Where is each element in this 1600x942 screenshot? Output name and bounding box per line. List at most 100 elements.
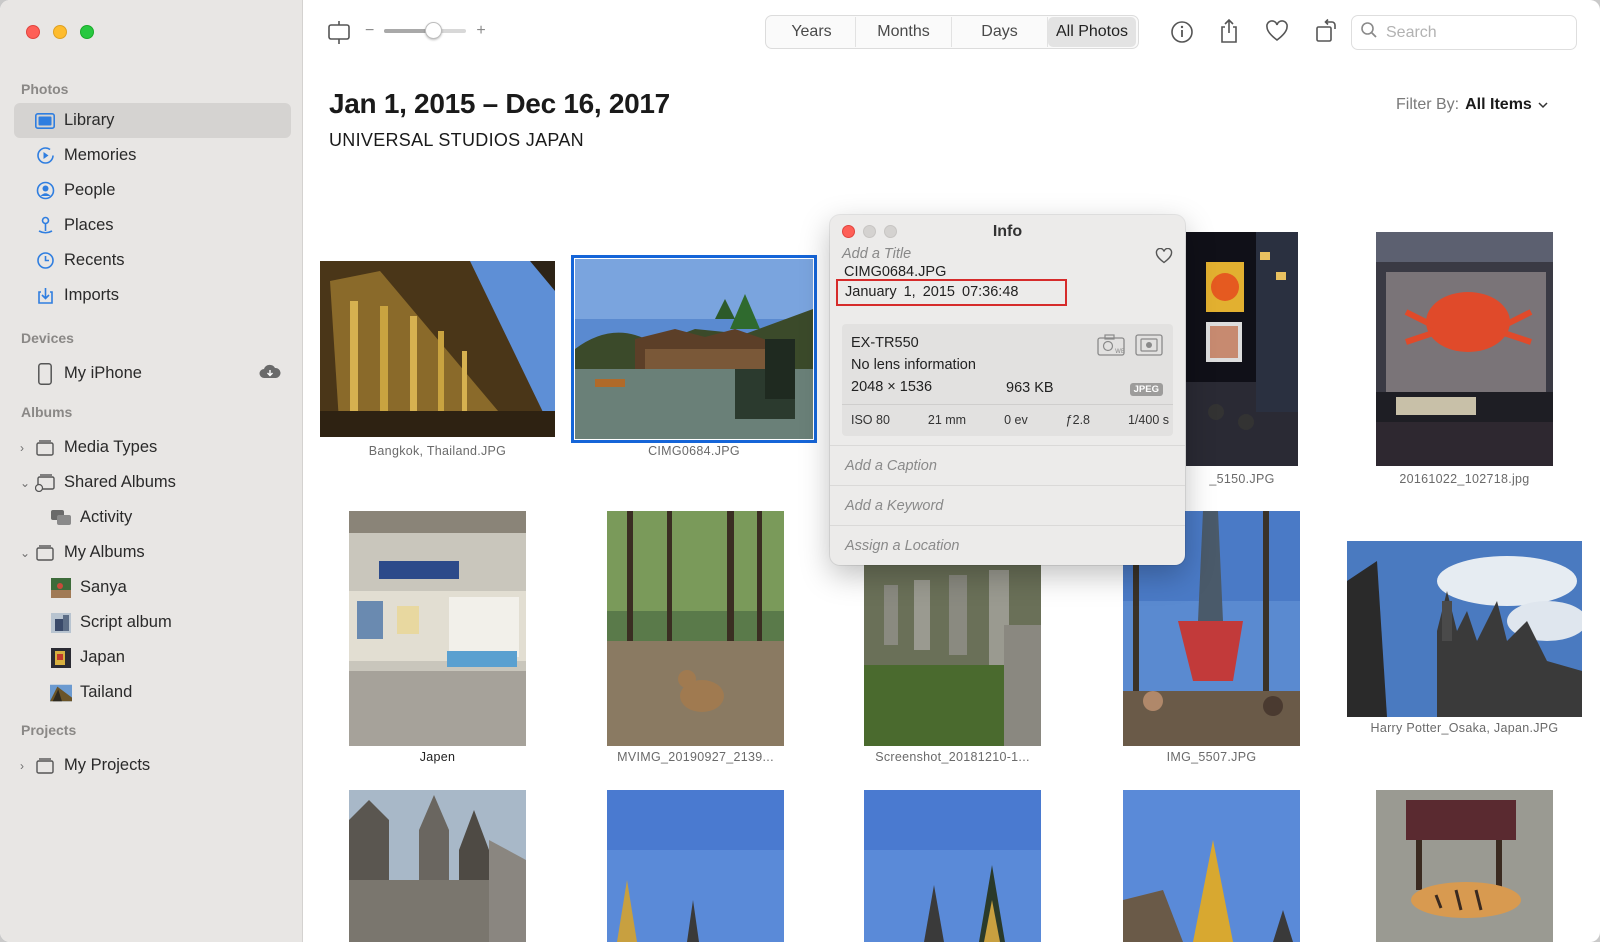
photo-caption: Screenshot_20181210-1... [875, 750, 1030, 764]
sidebar-item-tailand[interactable]: Tailand [14, 675, 291, 710]
sidebar-item-label: Activity [80, 508, 133, 526]
close-window-button[interactable] [26, 25, 40, 39]
add-caption-field[interactable]: Add a Caption [830, 445, 1185, 485]
sidebar-item-library[interactable]: Library [14, 103, 291, 138]
exif-focal-length: 21 mm [927, 413, 967, 427]
zoom-control: − + [365, 22, 486, 40]
info-datetime[interactable]: January 1, 2015 07:36:48 [836, 279, 1067, 306]
zoom-slider[interactable] [384, 22, 467, 39]
svg-text:WB: WB [1115, 348, 1125, 355]
slideshow-icon[interactable] [327, 20, 351, 51]
date-range-title: Jan 1, 2015 – Dec 16, 2017 [329, 88, 670, 119]
photo-thumbnail-harry-potter[interactable] [1347, 541, 1582, 717]
share-icon[interactable] [1217, 18, 1241, 43]
window-controls [26, 25, 94, 39]
photo-caption: MVIMG_20190927_2139... [617, 750, 774, 764]
sidebar-item-label: My Albums [64, 543, 145, 561]
places-icon [34, 215, 56, 237]
sidebar-item-memories[interactable]: Memories [14, 138, 291, 173]
chevron-down-icon[interactable]: ⌄ [20, 477, 30, 489]
sidebar-item-script-album[interactable]: Script album [14, 605, 291, 640]
sidebar-item-media-types[interactable]: › Media Types [14, 430, 291, 465]
sidebar-item-label: Media Types [64, 438, 158, 456]
exif-row: ISO 80 21 mm 0 ev ƒ2.8 1/400 s [851, 413, 1169, 427]
section-title-photos: Photos [21, 81, 69, 97]
photo-thumbnail-mvimg[interactable] [607, 511, 784, 746]
cloud-icon [259, 364, 281, 384]
sidebar-item-people[interactable]: People [14, 173, 291, 208]
image-dimensions: 2048 × 1536 [851, 379, 933, 395]
zoom-slider-knob[interactable] [425, 22, 443, 39]
zoom-window-button[interactable] [80, 25, 94, 39]
filter-menu[interactable]: Filter By: All Items [1396, 96, 1548, 114]
chevron-right-icon[interactable]: › [20, 442, 30, 454]
photo-thumbnail-tiger[interactable] [1376, 790, 1553, 942]
sidebar: Photos Library Memories People Places Re… [0, 0, 303, 942]
view-segmented-control: Years Months Days All Photos [765, 15, 1139, 49]
assign-location-field[interactable]: Assign a Location [830, 525, 1185, 565]
tab-days[interactable]: Days [952, 17, 1048, 47]
info-panel: Info Add a Title CIMG0684.JPG January 1,… [830, 215, 1185, 565]
photo-caption: CIMG0684.JPG [648, 444, 740, 458]
favorite-heart-icon[interactable] [1155, 247, 1173, 269]
sidebar-item-places[interactable]: Places [14, 208, 291, 243]
sidebar-item-shared-albums[interactable]: ⌄ Shared Albums [14, 465, 291, 500]
search-input[interactable] [1386, 23, 1566, 42]
photo-thumbnail-20161022[interactable] [1376, 232, 1553, 466]
folder-icon [34, 437, 56, 459]
sidebar-item-label: People [64, 181, 116, 199]
sidebar-item-imports[interactable]: Imports [14, 278, 291, 313]
info-title: Info [992, 223, 1023, 240]
photo-thumbnail-screenshot[interactable] [864, 565, 1041, 746]
photo-thumbnail-stupa-2[interactable] [864, 790, 1041, 942]
add-keyword-field[interactable]: Add a Keyword [830, 485, 1185, 525]
sidebar-item-japan[interactable]: Japan [14, 640, 291, 675]
library-icon [34, 110, 56, 132]
toolbar: − + Years Months Days All Photos [303, 0, 1600, 66]
sidebar-item-sanya[interactable]: Sanya [14, 570, 291, 605]
photo-caption: Japen [419, 750, 456, 764]
photo-thumbnail-stupa[interactable] [607, 790, 784, 942]
photo-thumbnail-5150[interactable] [1186, 232, 1298, 466]
chevron-right-icon[interactable]: › [20, 760, 30, 772]
sidebar-item-recents[interactable]: Recents [14, 243, 291, 278]
chevron-down-icon[interactable]: ⌄ [20, 547, 30, 559]
add-title-field[interactable]: Add a Title [842, 246, 911, 262]
folder-icon [34, 542, 56, 564]
album-thumb-icon [50, 577, 72, 599]
sidebar-item-activity[interactable]: Activity [14, 500, 291, 535]
sidebar-item-my-iphone[interactable]: My iPhone [14, 356, 291, 391]
search-field[interactable] [1351, 15, 1577, 50]
filter-label: Filter By: [1396, 96, 1460, 113]
sidebar-item-my-albums[interactable]: ⌄ My Albums [14, 535, 291, 570]
tab-years[interactable]: Years [768, 17, 856, 47]
sidebar-item-label: Recents [64, 251, 125, 269]
info-filename: CIMG0684.JPG [844, 264, 947, 280]
sidebar-item-label: Library [64, 111, 115, 129]
zoom-out-button[interactable]: − [365, 22, 374, 40]
album-thumb-icon [50, 647, 72, 669]
camera-details: EX-TR550 No lens information 2048 × 1536… [842, 324, 1173, 436]
rotate-icon[interactable] [1314, 18, 1338, 42]
info-icon[interactable] [1170, 20, 1194, 44]
tab-all-photos[interactable]: All Photos [1048, 17, 1136, 47]
photo-thumbnail-japen[interactable] [349, 511, 526, 746]
filter-value[interactable]: All Items [1465, 96, 1532, 114]
photo-thumbnail-stupa-gold[interactable] [1123, 790, 1300, 942]
camera-model: EX-TR550 [851, 335, 919, 351]
section-title-albums: Albums [21, 404, 73, 420]
exif-iso: ISO 80 [851, 413, 890, 427]
tab-months[interactable]: Months [856, 17, 952, 47]
photo-thumbnail-bangkok[interactable] [320, 261, 555, 437]
zoom-in-button[interactable]: + [476, 22, 485, 40]
people-icon [34, 180, 56, 202]
heart-icon[interactable] [1265, 20, 1289, 44]
photo-caption: Bangkok, Thailand.JPG [368, 444, 507, 458]
sidebar-item-label: Japan [80, 648, 125, 666]
sidebar-item-label: My iPhone [64, 364, 142, 382]
sidebar-item-label: Script album [80, 613, 172, 631]
photo-thumbnail-castle[interactable] [349, 790, 526, 942]
photo-thumbnail-cimg0684[interactable] [571, 255, 817, 443]
minimize-window-button[interactable] [53, 25, 67, 39]
sidebar-item-my-projects[interactable]: › My Projects [14, 748, 291, 783]
